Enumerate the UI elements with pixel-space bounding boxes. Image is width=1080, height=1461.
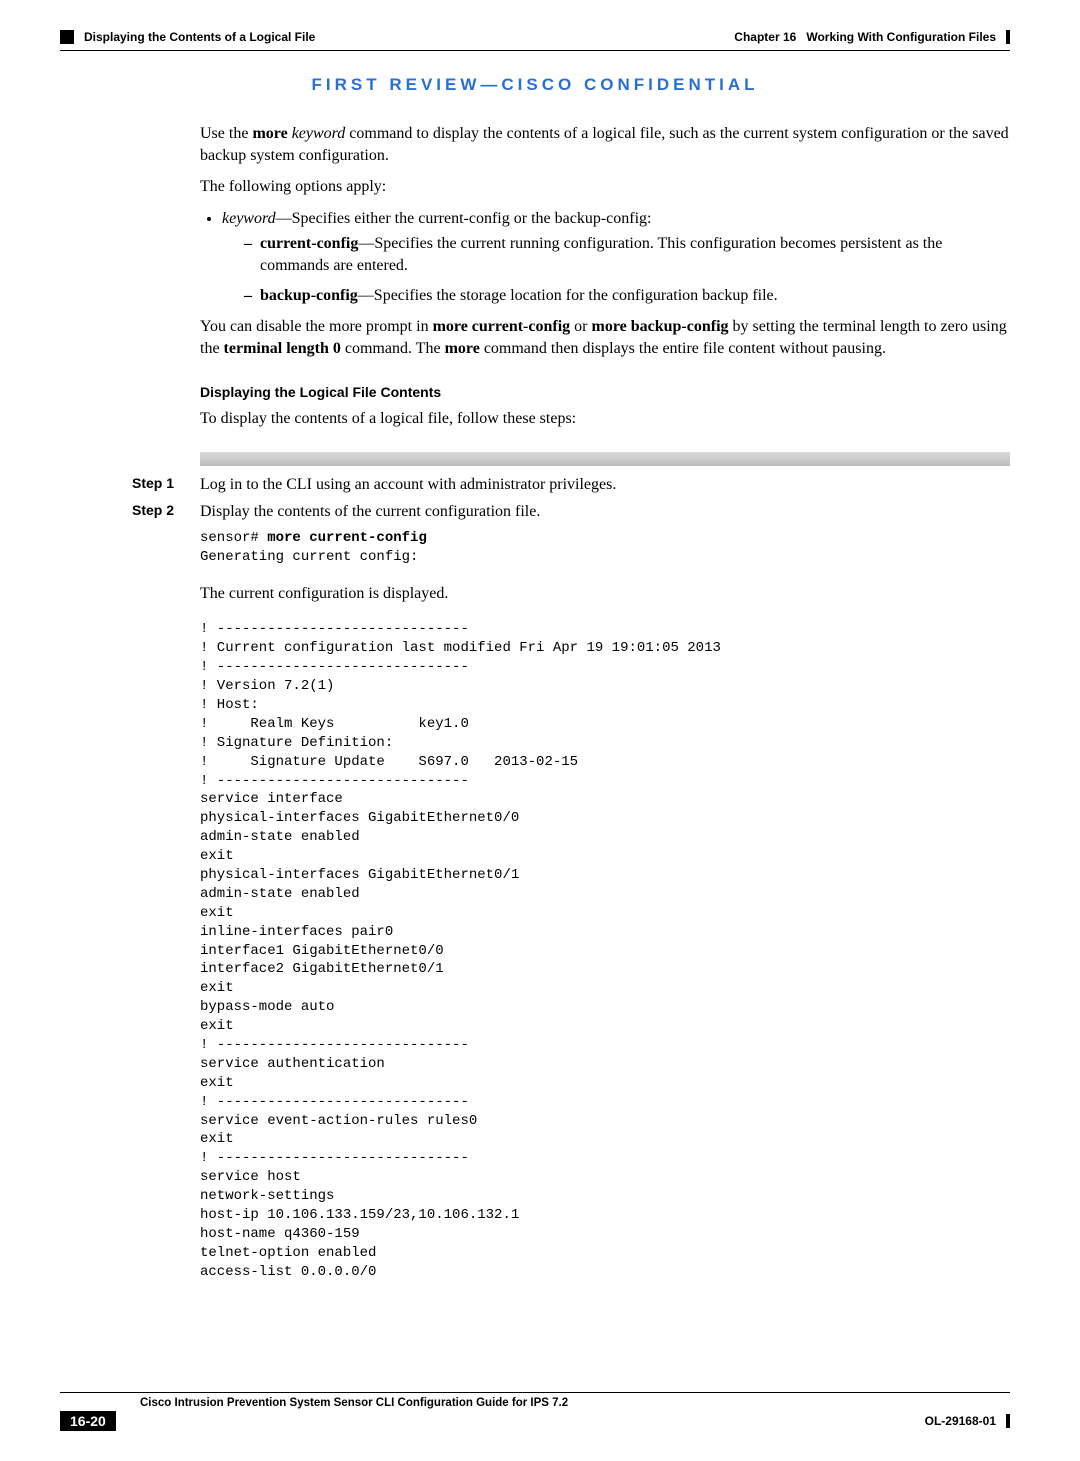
footer-bottom-row: 16-20 OL-29168-01 [60, 1411, 1010, 1431]
sub-option-current-config: current-config—Specifies the current run… [244, 233, 1010, 276]
sub-option-backup-config: backup-config—Specifies the storage loca… [244, 285, 1010, 307]
step-1-text: Log in to the CLI using an account with … [200, 476, 616, 493]
confidential-banner: FIRST REVIEW—CISCO CONFIDENTIAL [60, 75, 1010, 95]
text: Use the [200, 125, 252, 142]
step-2: Step 2 Display the contents of the curre… [60, 501, 1010, 1281]
text: or [570, 318, 591, 335]
step-2-code: sensor# more current-config Generating c… [200, 529, 1010, 567]
header-chapter-title: Working With Configuration Files [806, 30, 996, 44]
step-2-label: Step 2 [132, 501, 174, 520]
command: more current-config [267, 530, 427, 546]
step-1-label: Step 1 [132, 474, 174, 493]
header-rule [60, 50, 1010, 51]
page-footer: Cisco Intrusion Prevention System Sensor… [60, 1392, 1010, 1431]
steps: Step 1 Log in to the CLI using an accoun… [60, 474, 1010, 1282]
disable-more-paragraph: You can disable the more prompt in more … [200, 316, 1010, 359]
page: Displaying the Contents of a Logical Fil… [0, 0, 1080, 1461]
cmd: more current-config [433, 318, 571, 335]
doc-number: OL-29168-01 [925, 1414, 1000, 1428]
label: backup-config [260, 287, 358, 304]
footer-guide-title: Cisco Intrusion Prevention System Sensor… [140, 1397, 568, 1409]
separator-bar-icon [200, 452, 1010, 466]
option-list: keyword—Specifies either the current-con… [200, 208, 1010, 306]
text: —Specifies the storage location for the … [358, 287, 778, 304]
cmd-more: more [252, 125, 287, 142]
cmd: terminal length 0 [224, 340, 341, 357]
intro-paragraph-1: Use the more keyword command to display … [200, 123, 1010, 166]
header-rule-end-icon [1006, 30, 1010, 44]
text: —Specifies either the current-config or … [276, 210, 652, 227]
subhead-desc: To display the contents of a logical fil… [200, 408, 1010, 430]
output-line: Generating current config: [200, 549, 427, 565]
footer-guide-row: Cisco Intrusion Prevention System Sensor… [60, 1397, 1010, 1409]
footer-rule-end-icon [1006, 1414, 1010, 1428]
header-marker-icon [60, 30, 74, 44]
text: command then displays the entire file co… [480, 340, 886, 357]
text: —Specifies the current running configura… [260, 235, 942, 274]
label: current-config [260, 235, 358, 252]
text: command. The [341, 340, 445, 357]
cmd: more backup-config [591, 318, 728, 335]
header-section-title: Displaying the Contents of a Logical Fil… [84, 30, 315, 44]
footer-rule [60, 1392, 1010, 1393]
subheading: Displaying the Logical File Contents [200, 383, 1010, 402]
step-1: Step 1 Log in to the CLI using an accoun… [60, 474, 1010, 496]
header-chapter-label: Chapter 16 [734, 30, 796, 44]
keyword-ital: keyword [222, 210, 276, 227]
sub-option-list: current-config—Specifies the current run… [222, 233, 1010, 306]
option-keyword: keyword—Specifies either the current-con… [222, 208, 1010, 306]
step-2-text: Display the contents of the current conf… [200, 503, 540, 520]
intro-paragraph-2: The following options apply: [200, 176, 1010, 198]
cmd: more [445, 340, 480, 357]
config-output: ! ------------------------------ ! Curre… [200, 620, 1010, 1281]
page-number: 16-20 [60, 1411, 116, 1431]
text: You can disable the more prompt in [200, 318, 433, 335]
arg-keyword: keyword [288, 125, 346, 142]
page-header: Displaying the Contents of a Logical Fil… [60, 30, 1010, 44]
step-2-note: The current configuration is displayed. [200, 583, 1010, 605]
header-chapter: Chapter 16 Working With Configuration Fi… [734, 30, 1000, 44]
prompt: sensor# [200, 530, 267, 546]
body-content: Use the more keyword command to display … [200, 123, 1010, 430]
